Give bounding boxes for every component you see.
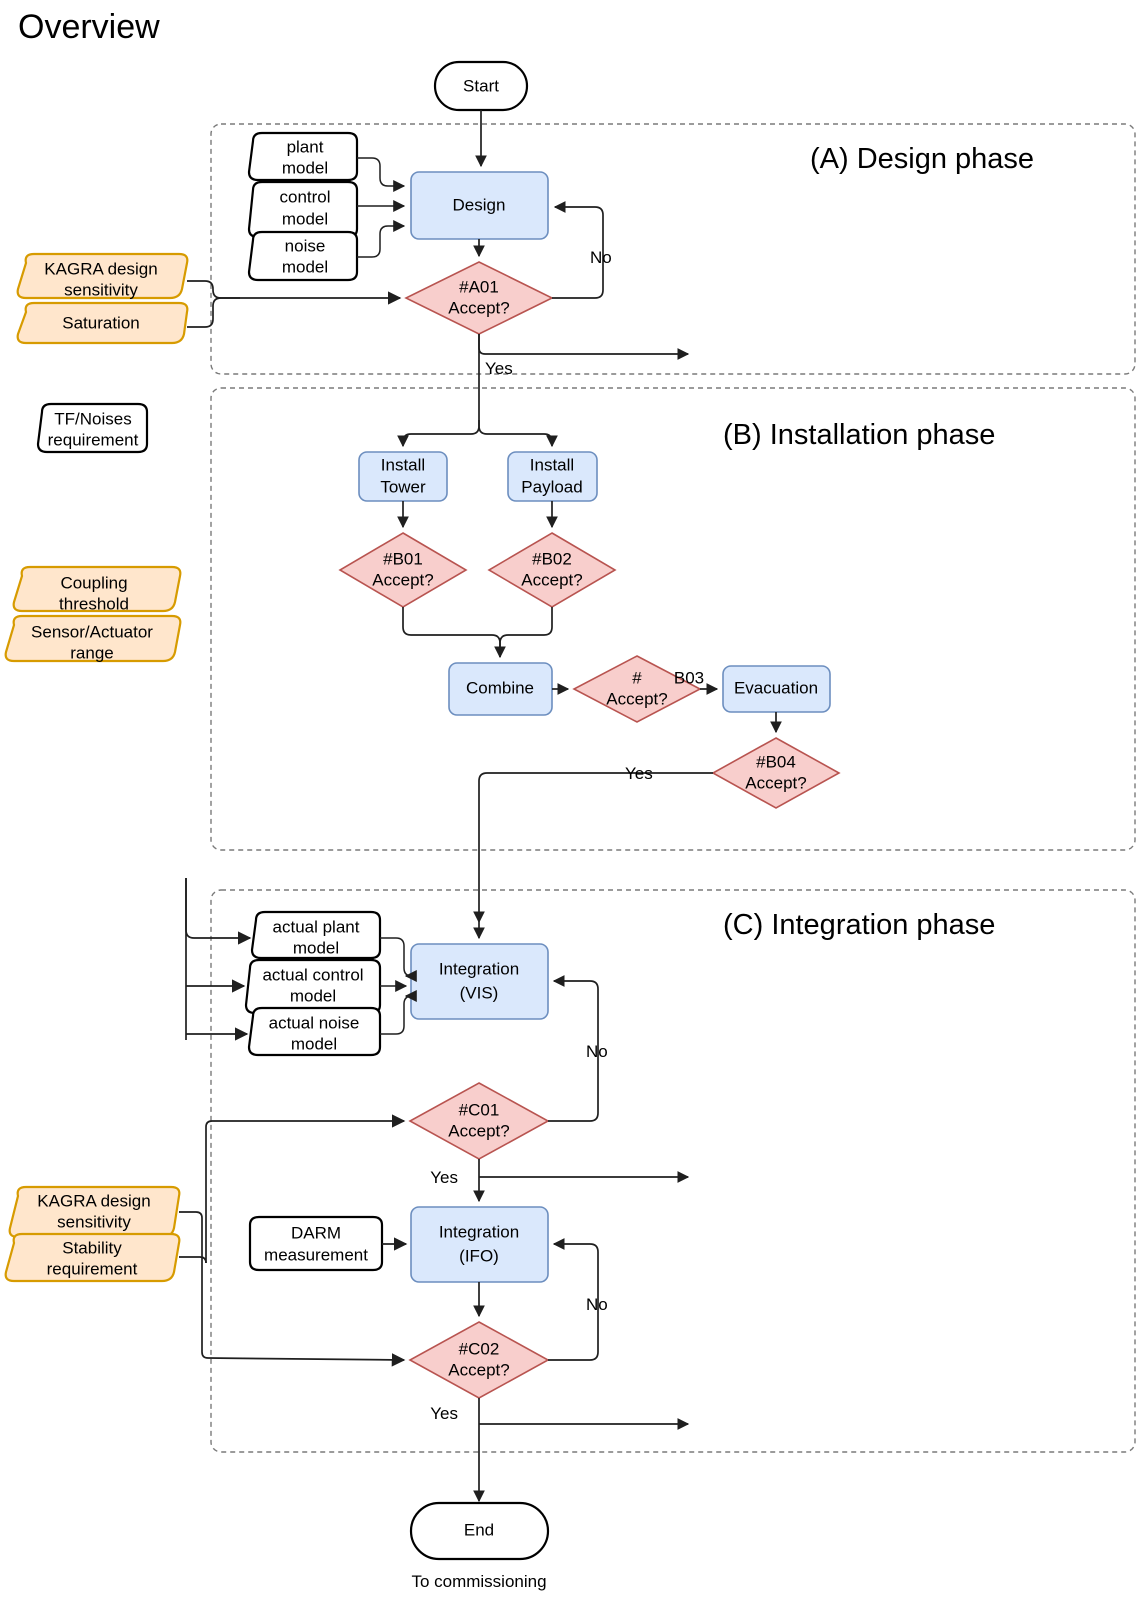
edge-criteria-a-to-a01 — [187, 280, 402, 305]
rail-c-to-actual-plant — [185, 878, 252, 945]
phase-c-input-2-line2: model — [291, 1034, 337, 1053]
phase-b-process-1-line1: Install — [530, 455, 574, 474]
edge-noise-to-design — [357, 220, 406, 258]
rail-c01-down-a — [205, 1120, 218, 1263]
phase-a-process-design-label: Design — [453, 195, 506, 214]
edge-label-a01-yes: Yes — [485, 359, 513, 378]
edge-a01-yes-branch — [478, 334, 690, 360]
phase-c-input-1-line2: model — [290, 986, 336, 1005]
phase-a-input-2-line1: noise — [285, 236, 326, 255]
phase-b-criteria-2-line1: Sensor/Actuator — [31, 622, 153, 641]
phase-b-process-2-label: Combine — [466, 678, 534, 697]
edge-b-split-right — [478, 420, 558, 448]
phase-c-process-integration-ifo — [410, 1206, 549, 1283]
edge-label-c02-yes: Yes — [430, 1404, 458, 1423]
phase-c-input-2-line1: actual noise — [269, 1013, 360, 1032]
edge-b02-to-combine — [499, 607, 553, 657]
phase-c-title: (C) Integration phase — [723, 909, 995, 941]
phase-b-criteria-1-line1: Coupling — [60, 573, 127, 592]
phase-a-criteria-0-line2: sensitivity — [64, 280, 138, 299]
edge-b04-yes-down — [473, 772, 713, 924]
flowchart-canvas: Overview (A) Design phase (B) Installati… — [0, 0, 1142, 1613]
page-title: Overview — [18, 8, 160, 46]
phase-c-process-1-line1: Integration — [439, 1222, 519, 1241]
phase-c-decision-0-line2: Accept? — [448, 1121, 509, 1140]
start-label: Start — [463, 76, 499, 95]
phase-a-input-1-line2: model — [282, 209, 328, 228]
phase-c-criteria-1-line1: Stability — [62, 1238, 122, 1257]
rail-c01-feedback-down — [210, 1121, 404, 1438]
edge-b-split-left — [397, 420, 480, 448]
phase-a-title: (A) Design phase — [810, 143, 1034, 175]
phase-c-process-1-line2: (IFO) — [459, 1246, 499, 1265]
edge-label-b04-yes: Yes — [625, 764, 653, 783]
phase-a-decision-a01-line1: #A01 — [459, 277, 499, 296]
phase-b-criteria-1-line2: threshold — [59, 594, 129, 613]
phase-b-process-0-line1: Install — [381, 455, 425, 474]
phase-b-criteria-2-line2: range — [70, 643, 113, 662]
phase-c-criteria-1-line2: requirement — [47, 1259, 138, 1278]
phase-b-decision-1-line1: #B02 — [532, 549, 572, 568]
flowchart-svg: Overview (A) Design phase (B) Installati… — [4, 8, 1136, 1591]
phase-b-decision-0-line1: #B01 — [383, 549, 423, 568]
phase-a-input-0-line1: plant — [287, 137, 324, 156]
end-label: End — [464, 1520, 494, 1539]
phase-a-input-1-line1: control — [279, 187, 330, 206]
phase-c-darm-line1: DARM — [291, 1223, 341, 1242]
phase-b-decision-3-line1: #B04 — [756, 752, 796, 771]
phase-a-input-0-line2: model — [282, 158, 328, 177]
phase-a-criteria-1-line1: Saturation — [62, 313, 140, 332]
phase-b-container — [210, 387, 1136, 851]
edge-label-c01-no: No — [586, 1042, 608, 1061]
phase-b-decision-0-line2: Accept? — [372, 570, 433, 589]
edge-b01-to-combine — [402, 607, 506, 659]
phase-b-decision-3-line2: Accept? — [745, 773, 806, 792]
phase-c-decision-1-line1: #C02 — [459, 1339, 500, 1358]
edge-actualplant-to-vis — [380, 937, 417, 982]
phase-b-process-3-label: Evacuation — [734, 678, 818, 697]
edge-criteria-a2-join — [187, 297, 240, 328]
phase-c-darm-line2: measurement — [264, 1245, 368, 1264]
edge-label-a01-no: No — [590, 248, 612, 267]
phase-c-input-1-line1: actual control — [262, 965, 363, 984]
phase-b-decision-2-line2: Accept? — [606, 689, 667, 708]
phase-c-process-0-line1: Integration — [439, 959, 519, 978]
phase-c-criteria-0-line1: KAGRA design — [37, 1191, 150, 1210]
phase-c-decision-0-line1: #C01 — [459, 1100, 500, 1119]
phase-c-process-0-line2: (VIS) — [460, 983, 499, 1002]
phase-c-criteria-0-line2: sensitivity — [57, 1212, 131, 1231]
edge-actualnoise-to-vis — [380, 990, 417, 1035]
phase-a-criteria-0-line1: KAGRA design — [44, 259, 157, 278]
phase-b-process-1-line2: Payload — [521, 477, 582, 496]
phase-b-criteria-0-line1: TF/Noises — [54, 409, 131, 428]
phase-a-decision-a01-line2: Accept? — [448, 298, 509, 317]
phase-c-decision-1-line2: Accept? — [448, 1360, 509, 1379]
phase-c-process-integration-vis — [410, 943, 549, 1020]
phase-b-decision-1-line2: Accept? — [521, 570, 582, 589]
footer-caption: To commissioning — [411, 1572, 546, 1591]
edge-label-c02-no: No — [586, 1295, 608, 1314]
edge-plant-to-design — [357, 157, 406, 192]
phase-b-criteria-0-line2: requirement — [48, 430, 139, 449]
phase-b-process-0-line2: Tower — [380, 477, 426, 496]
phase-b-title: (B) Installation phase — [723, 419, 995, 451]
phase-c-input-0-line2: model — [293, 938, 339, 957]
edge-label-c01-yes: Yes — [430, 1168, 458, 1187]
phase-a-input-2-line2: model — [282, 257, 328, 276]
phase-c-input-0-line1: actual plant — [273, 917, 360, 936]
